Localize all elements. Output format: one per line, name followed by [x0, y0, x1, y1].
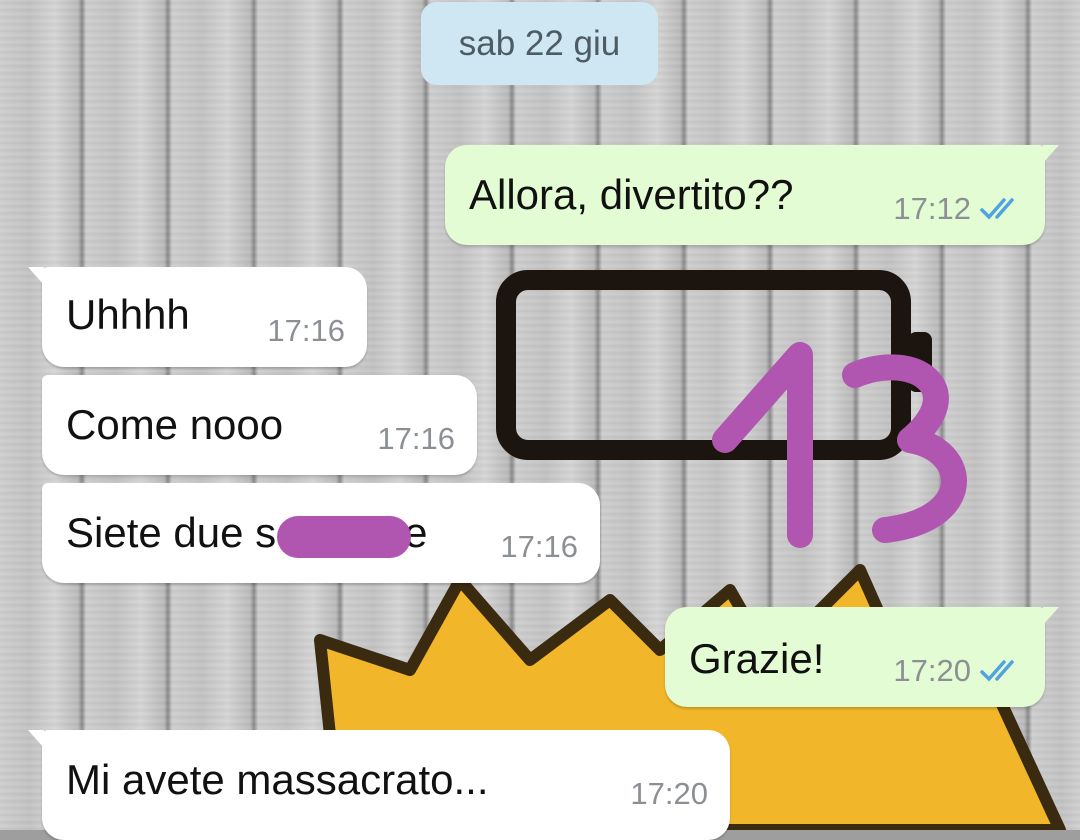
message-meta: 17:20 — [893, 653, 1023, 689]
message-time: 17:12 — [893, 191, 971, 226]
message-bubble-incoming[interactable]: Come nooo 17:16 — [42, 375, 477, 475]
date-chip-label: sab 22 giu — [458, 23, 621, 63]
message-bubble-incoming[interactable]: Mi avete massacrato... 17:20 — [28, 730, 730, 840]
message-meta: 17:20 — [630, 776, 708, 812]
bubble-tail — [1043, 607, 1059, 625]
message-bubble-incoming[interactable]: Uhhhh 17:16 — [28, 267, 367, 367]
bubble-tail — [28, 267, 44, 285]
annotation-text: 13 — [705, 330, 723, 334]
message-meta: 17:16 — [267, 313, 345, 349]
message-time: 17:16 — [500, 529, 578, 564]
message-text-start: Siete due s — [66, 509, 277, 556]
message-bubble-outgoing[interactable]: Allora, divertito?? 17:12 — [445, 145, 1059, 245]
message-time: 17:16 — [267, 313, 345, 348]
double-check-icon — [980, 198, 1014, 220]
handwritten-13-mark: 13 — [705, 330, 967, 548]
message-text: Grazie! — [689, 635, 825, 682]
message-meta: 17:16 — [377, 421, 455, 457]
message-time: 17:20 — [630, 776, 708, 811]
double-check-icon — [980, 660, 1014, 682]
bubble-tail — [28, 730, 44, 748]
message-text: Come nooo — [66, 401, 284, 448]
message-text: Mi avete massacrato... — [66, 756, 489, 803]
bubble-tail — [1043, 145, 1059, 163]
message-text: Allora, divertito?? — [469, 171, 794, 218]
message-meta: 17:12 — [893, 191, 1023, 227]
message-time: 17:16 — [377, 421, 455, 456]
message-meta: 17:16 — [500, 529, 578, 565]
redaction-mark — [277, 516, 411, 558]
message-bubble-outgoing[interactable]: Grazie! 17:20 — [665, 607, 1059, 707]
message-text: Uhhhh — [66, 291, 190, 338]
message-time: 17:20 — [893, 653, 971, 688]
date-chip: sab 22 giu — [421, 2, 658, 85]
